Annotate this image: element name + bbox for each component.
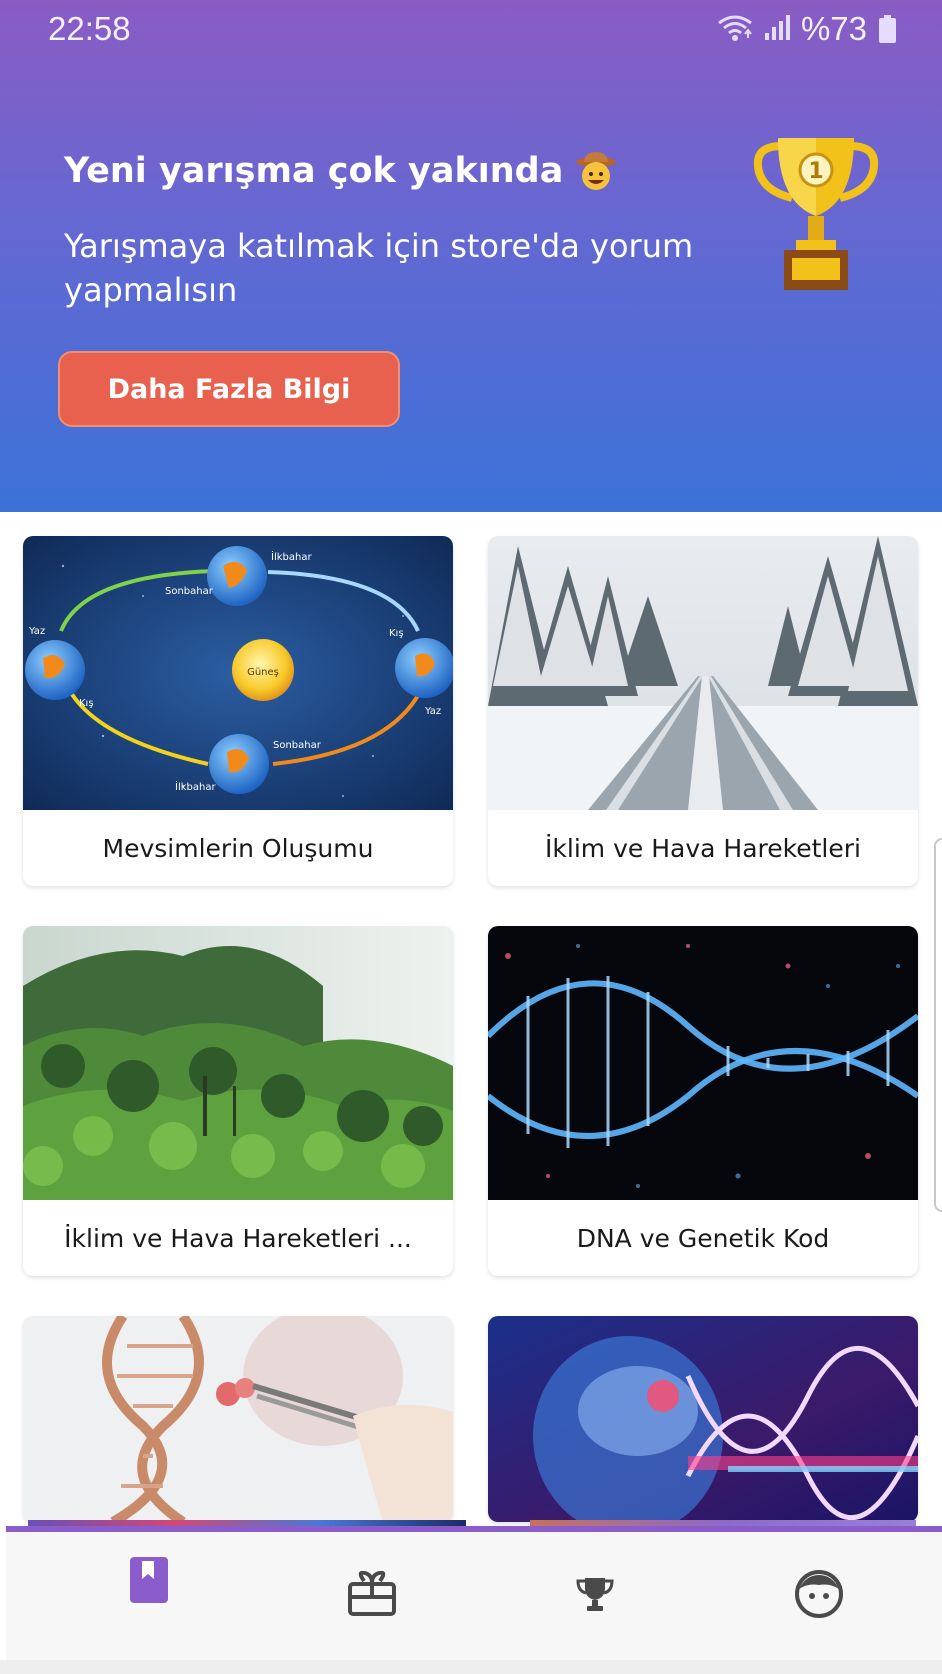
svg-text:İlkbahar: İlkbahar bbox=[271, 550, 312, 563]
trophy-rank: 1 bbox=[808, 159, 823, 184]
card-title: DNA ve Genetik Kod bbox=[576, 1223, 830, 1253]
scrollbar[interactable] bbox=[934, 838, 942, 1212]
svg-text:Kış: Kış bbox=[389, 628, 404, 639]
gift-icon bbox=[347, 1570, 397, 1621]
promo-header: 22:58 %73 Yeni yarışma çok yakında Yarış… bbox=[0, 0, 942, 512]
battery-percent: %73 bbox=[800, 10, 867, 47]
trophy-icon bbox=[575, 1574, 615, 1618]
lesson-card[interactable]: Güneş İlkbahar Sonbahar Yaz Kış Kış Yaz … bbox=[23, 536, 453, 886]
cowboy-face-icon bbox=[575, 150, 617, 192]
svg-text:İlkbahar: İlkbahar bbox=[175, 780, 216, 793]
system-nav-area bbox=[0, 1660, 942, 1674]
profile-icon bbox=[794, 1569, 844, 1623]
svg-text:Kış: Kış bbox=[79, 698, 94, 709]
rainforest-image bbox=[23, 926, 453, 1200]
card-title: İklim ve Hava Hareketleri ... bbox=[64, 1223, 412, 1253]
svg-text:Yaz: Yaz bbox=[424, 706, 441, 717]
dna-tweezers-image bbox=[23, 1316, 453, 1522]
svg-text:Yaz: Yaz bbox=[28, 626, 45, 637]
bottom-nav bbox=[6, 1526, 942, 1674]
nav-lessons[interactable] bbox=[119, 1552, 179, 1612]
nav-gifts[interactable] bbox=[342, 1566, 402, 1626]
card-title: Mevsimlerin Oluşumu bbox=[102, 833, 374, 863]
lesson-card[interactable]: İklim ve Hava Hareketleri bbox=[488, 536, 918, 886]
battery-icon bbox=[879, 15, 896, 43]
nav-profile[interactable] bbox=[789, 1566, 849, 1626]
book-icon bbox=[128, 1555, 170, 1609]
lesson-card[interactable] bbox=[23, 1316, 453, 1522]
trophy-icon: 1 bbox=[752, 132, 880, 296]
svg-text:Güneş: Güneş bbox=[247, 667, 279, 678]
promo-title-text: Yeni yarışma çok yakında bbox=[64, 151, 564, 191]
lesson-card[interactable] bbox=[488, 1316, 918, 1522]
signal-icon bbox=[763, 12, 793, 46]
status-time: 22:58 bbox=[48, 10, 131, 47]
lesson-card[interactable]: DNA ve Genetik Kod bbox=[488, 926, 918, 1276]
wifi-icon bbox=[715, 12, 755, 46]
seasons-orbit-image: Güneş İlkbahar Sonbahar Yaz Kış Kış Yaz … bbox=[23, 536, 453, 810]
promo-title: Yeni yarışma çok yakında bbox=[64, 150, 617, 192]
more-info-button[interactable]: Daha Fazla Bilgi bbox=[58, 351, 400, 427]
snowy-road-image bbox=[488, 536, 918, 810]
brain-dna-image bbox=[488, 1316, 918, 1522]
promo-subtitle: Yarışmaya katılmak için store'da yorum y… bbox=[64, 227, 694, 309]
status-bar: 22:58 %73 bbox=[0, 0, 942, 58]
svg-text:Sonbahar: Sonbahar bbox=[273, 740, 322, 751]
svg-text:Sonbahar: Sonbahar bbox=[165, 586, 214, 597]
status-icons: %73 bbox=[715, 10, 896, 48]
card-title: İklim ve Hava Hareketleri bbox=[545, 833, 861, 863]
lesson-card[interactable]: İklim ve Hava Hareketleri ... bbox=[23, 926, 453, 1276]
nav-competition[interactable] bbox=[565, 1566, 625, 1626]
dna-helix-image bbox=[488, 926, 918, 1200]
